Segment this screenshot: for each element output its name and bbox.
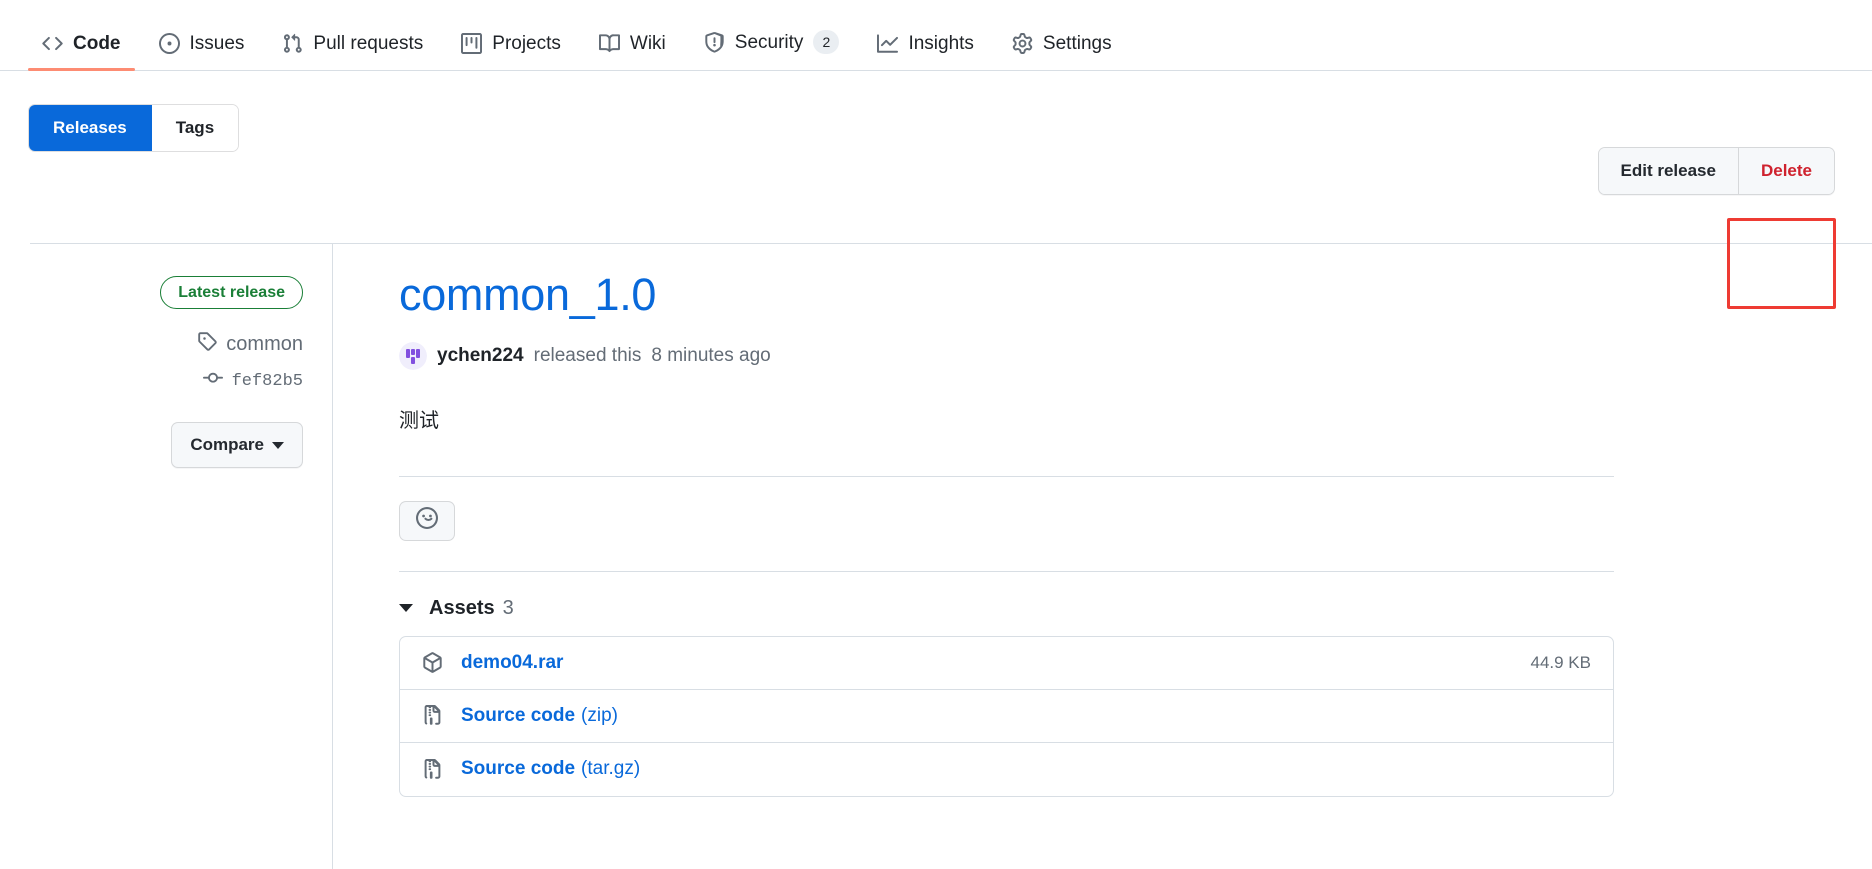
smiley-icon <box>416 507 438 534</box>
repo-nav-list: Code Issues Pull requests Projects Wiki <box>28 30 1136 71</box>
tab-issues[interactable]: Issues <box>145 33 259 70</box>
table-row[interactable]: demo04.rar 44.9 KB <box>400 637 1613 690</box>
table-row[interactable]: Source code (zip) <box>400 690 1613 743</box>
asset-format[interactable]: (tar.gz) <box>581 758 640 780</box>
release-tag-name: common <box>226 332 303 355</box>
release-byline: ychen224 released this 8 minutes ago <box>399 341 1805 370</box>
tab-wiki[interactable]: Wiki <box>585 33 680 70</box>
shield-icon <box>704 31 725 53</box>
git-pull-request-icon <box>282 33 303 54</box>
assets-label: Assets <box>429 596 495 619</box>
tab-insights-label: Insights <box>908 33 974 54</box>
tab-security-label: Security <box>734 31 804 53</box>
asset-size: 44.9 KB <box>1530 652 1592 672</box>
release-commit-row[interactable]: fef82b5 <box>202 368 303 394</box>
file-zip-icon <box>422 705 443 726</box>
release-tag-row[interactable]: common <box>197 331 303 357</box>
body-divider <box>399 475 1614 477</box>
tag-icon <box>197 331 218 357</box>
release-sidebar: Latest release common fef82b5 Compare <box>0 244 333 869</box>
asset-name[interactable]: Source code <box>461 758 575 780</box>
tab-settings[interactable]: Settings <box>998 33 1126 70</box>
tab-insights[interactable]: Insights <box>863 33 987 70</box>
avatar[interactable] <box>399 341 427 370</box>
add-reaction-button[interactable] <box>399 500 455 541</box>
release-content: common_1.0 ychen224 released this 8 minu… <box>333 244 1872 869</box>
tab-issues-label: Issues <box>189 33 245 54</box>
releases-subheader: Releases Tags Edit release Delete <box>0 71 1872 309</box>
security-count-badge: 2 <box>813 30 840 54</box>
latest-release-badge: Latest release <box>160 276 303 310</box>
git-commit-icon <box>202 368 223 394</box>
tab-security[interactable]: Security 2 <box>690 30 854 70</box>
issue-opened-icon <box>158 33 180 54</box>
tab-code-label: Code <box>73 33 121 54</box>
project-icon <box>461 33 483 54</box>
delete-release-button[interactable]: Delete <box>1737 148 1834 194</box>
book-icon <box>598 33 620 54</box>
release-commit-sha: fef82b5 <box>231 371 303 391</box>
release-byline-action: released this <box>533 344 642 366</box>
release-author[interactable]: ychen224 <box>437 345 524 367</box>
code-icon <box>42 33 63 54</box>
release-actions: Edit release Delete <box>1597 147 1835 195</box>
compare-button-label: Compare <box>190 435 264 455</box>
assets-section-header[interactable]: Assets 3 <box>399 597 1805 620</box>
release-title[interactable]: common_1.0 <box>399 270 656 320</box>
tab-pull-requests[interactable]: Pull requests <box>268 33 437 70</box>
asset-name[interactable]: Source code <box>461 705 575 727</box>
assets-count: 3 <box>502 596 514 619</box>
toggle-tags[interactable]: Tags <box>151 105 239 152</box>
chevron-down-icon <box>399 604 413 612</box>
tab-wiki-label: Wiki <box>629 33 666 54</box>
release-timestamp: 8 minutes ago <box>651 344 771 366</box>
release-body-text: 测试 <box>399 409 439 432</box>
asset-format[interactable]: (zip) <box>581 705 618 727</box>
file-zip-icon <box>422 758 443 780</box>
tab-pull-requests-label: Pull requests <box>313 33 424 54</box>
table-row[interactable]: Source code (tar.gz) <box>400 743 1613 796</box>
edit-release-button[interactable]: Edit release <box>1598 148 1738 194</box>
tab-projects[interactable]: Projects <box>447 33 575 70</box>
compare-button[interactable]: Compare <box>171 422 303 469</box>
release-layout: Latest release common fef82b5 Compare co… <box>0 244 1872 869</box>
releases-tags-toggle: Releases Tags <box>28 104 240 153</box>
toggle-releases[interactable]: Releases <box>29 105 152 152</box>
assets-divider <box>399 570 1614 572</box>
gear-icon <box>1012 33 1033 54</box>
tab-code[interactable]: Code <box>28 33 135 71</box>
graph-icon <box>877 33 899 54</box>
asset-name[interactable]: demo04.rar <box>461 652 563 674</box>
repo-nav: Code Issues Pull requests Projects Wiki <box>0 0 1872 71</box>
package-icon <box>422 652 443 673</box>
tab-settings-label: Settings <box>1042 33 1112 54</box>
assets-list: demo04.rar 44.9 KB Source code (zip) Sou… <box>399 635 1614 797</box>
tab-projects-label: Projects <box>492 33 561 54</box>
chevron-down-icon <box>272 441 284 449</box>
